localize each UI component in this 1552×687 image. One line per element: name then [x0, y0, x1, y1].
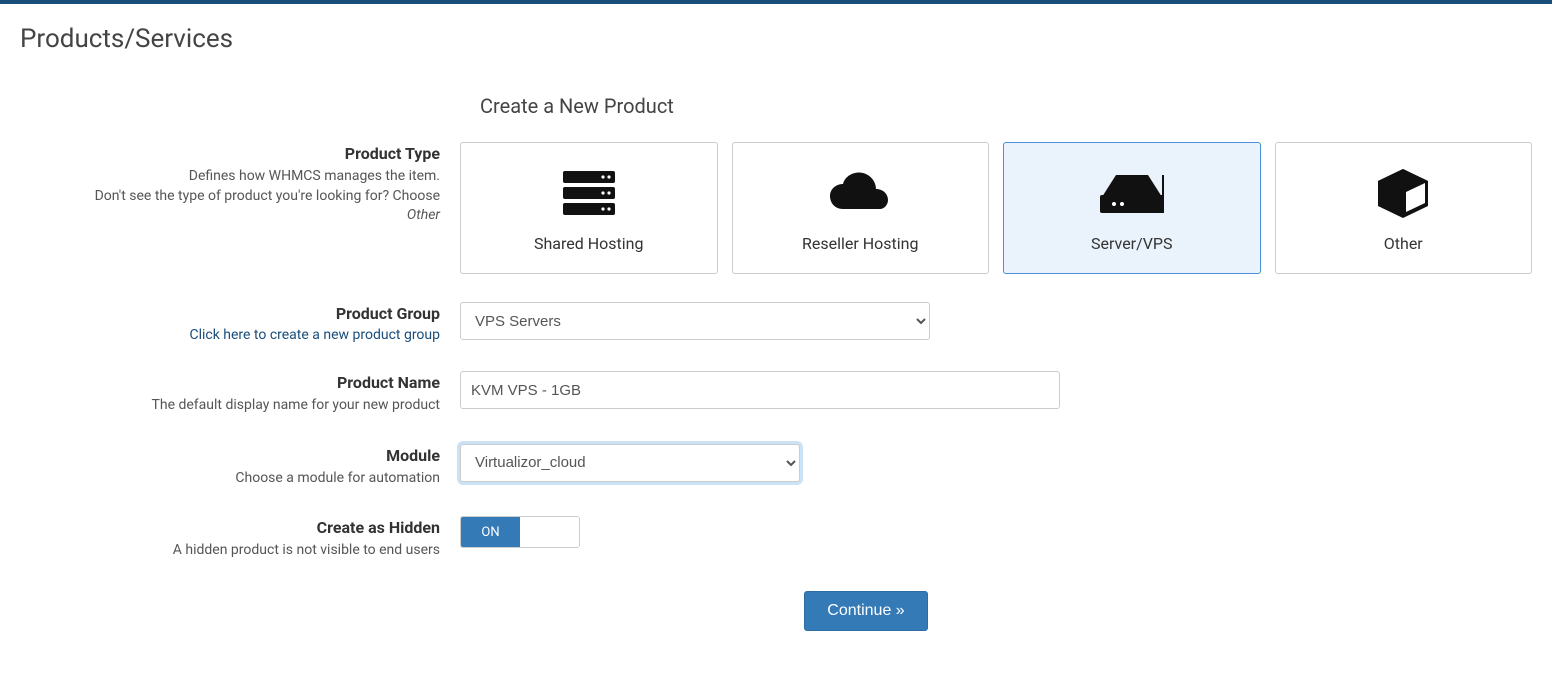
product-type-cards: Shared Hosting Reseller Hosting — [460, 142, 1532, 274]
product-type-label: Product Type — [60, 144, 440, 163]
continue-button[interactable]: Continue » — [804, 591, 927, 631]
product-type-other[interactable]: Other — [1275, 142, 1533, 274]
product-type-server[interactable]: Server/VPS — [1003, 142, 1261, 274]
toggle-off-side — [520, 517, 579, 547]
product-type-help: Defines how WHMCS manages the item. Don'… — [60, 167, 440, 226]
page-title: Products/Services — [20, 24, 1532, 54]
create-product-group-link[interactable]: Click here to create a new product group — [189, 327, 440, 343]
module-select[interactable]: Virtualizor_cloud — [460, 444, 800, 482]
product-type-shared-label: Shared Hosting — [534, 234, 644, 253]
hidden-toggle[interactable]: ON — [460, 516, 580, 548]
product-name-help: The default display name for your new pr… — [60, 396, 440, 416]
hidden-help: A hidden product is not visible to end u… — [60, 541, 440, 561]
product-type-reseller[interactable]: Reseller Hosting — [732, 142, 990, 274]
section-title: Create a New Product — [480, 94, 1532, 118]
product-name-label: Product Name — [60, 373, 440, 392]
server-stack-icon — [559, 164, 619, 224]
product-type-server-label: Server/VPS — [1091, 234, 1172, 253]
cube-icon — [1373, 164, 1433, 224]
product-group-label: Product Group — [60, 304, 440, 323]
product-name-input[interactable] — [460, 371, 1060, 409]
hidden-label: Create as Hidden — [60, 518, 440, 537]
module-label: Module — [60, 446, 440, 465]
module-help: Choose a module for automation — [60, 469, 440, 489]
product-group-select[interactable]: VPS Servers — [460, 302, 930, 340]
product-type-other-label: Other — [1384, 234, 1423, 253]
toggle-on-label: ON — [461, 517, 520, 547]
hdd-icon — [1092, 164, 1172, 224]
product-type-shared[interactable]: Shared Hosting — [460, 142, 718, 274]
product-type-reseller-label: Reseller Hosting — [802, 234, 918, 253]
cloud-icon — [825, 164, 895, 224]
